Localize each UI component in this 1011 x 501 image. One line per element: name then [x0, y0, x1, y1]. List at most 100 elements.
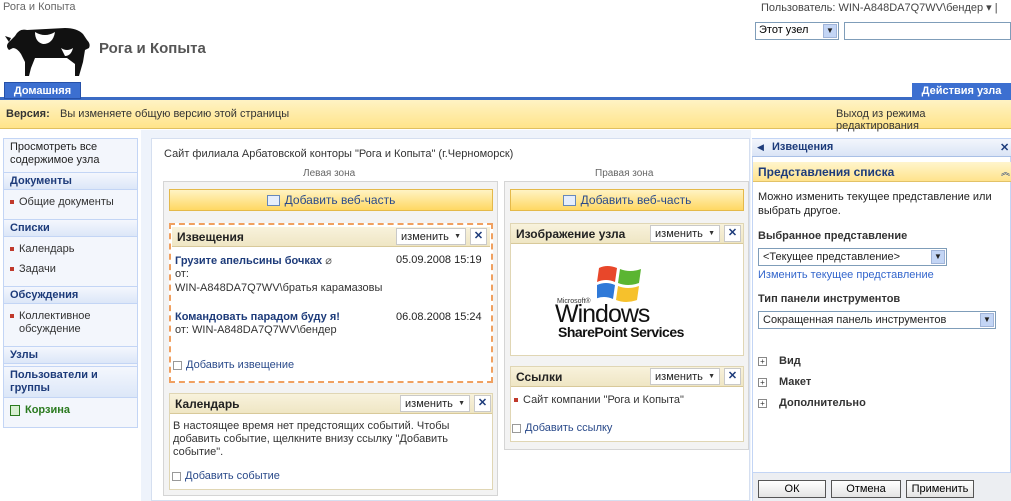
view-all-content-link[interactable]: Просмотреть все содержимое узла: [10, 141, 130, 167]
expander-label: Вид: [779, 355, 801, 367]
search-input[interactable]: [844, 22, 1011, 40]
ok-button[interactable]: ОК: [758, 480, 826, 498]
cow-logo-icon: [5, 28, 90, 76]
user-menu[interactable]: Пользователь: WIN-A848DA7Q7WV\бендер ▾ |: [761, 1, 998, 14]
add-web-part-button-left[interactable]: Добавить веб-часть: [169, 189, 493, 211]
webpart-edit-menu[interactable]: изменить ▼: [650, 368, 720, 385]
nav-heading-discussions[interactable]: Обсуждения: [4, 286, 137, 304]
webpart-title[interactable]: Извещения: [177, 230, 244, 244]
page-description: Сайт филиала Арбатовской конторы "Рога и…: [164, 148, 514, 160]
nav-heading-documents[interactable]: Документы: [4, 172, 137, 190]
recycle-bin-link[interactable]: Корзина: [10, 404, 70, 416]
expander-advanced[interactable]: + Дополнительно: [758, 397, 866, 409]
calendar-empty-text: В настоящее время нет предстоящих событи…: [173, 420, 450, 458]
links-header: Ссылки изменить ▼ ✕: [511, 367, 743, 387]
close-icon[interactable]: ✕: [724, 225, 741, 242]
recycle-bin-label: Корзина: [25, 404, 70, 416]
section-title[interactable]: Представления списка: [758, 165, 894, 179]
site-image-header: Изображение узла изменить ▼ ✕: [511, 224, 743, 244]
add-announcement-label: Добавить извещение: [186, 359, 295, 371]
chevron-down-icon: ▼: [708, 373, 715, 380]
webpart-edit-menu[interactable]: изменить ▼: [400, 395, 470, 412]
add-event-label: Добавить событие: [185, 470, 280, 482]
announcement-title[interactable]: Командовать парадом буду я!: [175, 311, 340, 323]
search-scope-select[interactable]: Этот узел ▼: [755, 22, 839, 40]
edit-label: изменить: [401, 231, 449, 243]
add-web-part-label: Добавить веб-часть: [580, 193, 692, 207]
cancel-button[interactable]: Отмена: [831, 480, 901, 498]
edit-label: изменить: [655, 228, 703, 240]
nav-item-label: Коллективное обсуждение: [19, 310, 91, 335]
exit-edit-mode-link[interactable]: Выход из режима редактирования: [836, 108, 1011, 132]
webpart-title[interactable]: Ссылки: [516, 370, 562, 384]
close-icon[interactable]: ✕: [474, 395, 491, 412]
edit-current-view-link[interactable]: Изменить текущее представление: [758, 268, 934, 282]
site-breadcrumb[interactable]: Рога и Копыта: [3, 1, 76, 13]
announcement-title[interactable]: Грузите апельсины бочках ⌀: [175, 254, 332, 267]
selected-view-select[interactable]: <Текущее представление> ▼: [758, 248, 947, 266]
expander-label: Дополнительно: [779, 397, 866, 409]
nav-item-team-discussion[interactable]: Коллективное обсуждение: [10, 310, 120, 336]
link-item[interactable]: Сайт компании "Рога и Копыта": [514, 394, 684, 407]
announcement-date: 06.08.2008 15:24: [396, 311, 482, 323]
announcement-from: от:: [175, 268, 189, 280]
nav-heading-people-groups[interactable]: Пользователи и группы: [4, 366, 137, 398]
close-icon[interactable]: ✕: [724, 368, 741, 385]
chevron-down-icon[interactable]: ▼: [823, 24, 837, 38]
webpart-edit-menu[interactable]: изменить ▼: [396, 228, 466, 245]
nav-item-shared-documents[interactable]: Общие документы: [10, 196, 114, 209]
expander-layout[interactable]: + Макет: [758, 376, 811, 388]
tool-pane-intro: Можно изменить текущее представление или…: [758, 191, 992, 217]
chevron-down-icon: ▼: [454, 233, 461, 240]
add-web-part-label: Добавить веб-часть: [284, 193, 396, 207]
version-text: Вы изменяете общую версию этой страницы: [60, 108, 290, 120]
nav-item-tasks[interactable]: Задачи: [10, 263, 56, 276]
expand-icon: +: [758, 377, 767, 387]
sharepoint-logo: Microsoft® Windows SharePoint Services: [555, 260, 705, 340]
toolbar-type-select[interactable]: Сокращенная панель инструментов ▼: [758, 311, 996, 329]
chevron-down-icon: ▼: [708, 230, 715, 237]
chevron-down-icon[interactable]: ▼: [931, 250, 945, 264]
webpart-edit-menu[interactable]: изменить ▼: [650, 225, 720, 242]
site-logo: [5, 18, 93, 80]
expand-icon: +: [758, 356, 767, 366]
tab-home[interactable]: Домашняя: [4, 82, 81, 99]
recycle-bin-icon: [10, 404, 20, 416]
nav-item-calendar[interactable]: Календарь: [10, 243, 75, 256]
site-title[interactable]: Рога и Копыта: [99, 40, 206, 57]
nav-item-label: Календарь: [19, 243, 75, 255]
edit-label: изменить: [405, 398, 453, 410]
expander-appearance[interactable]: + Вид: [758, 355, 801, 367]
chevron-down-icon[interactable]: ▼: [980, 313, 994, 327]
announcement-author[interactable]: WIN-A848DA7Q7WV\братья карамазовы: [175, 281, 382, 296]
site-actions-menu[interactable]: Действия узла: [912, 83, 1011, 100]
add-icon: [172, 471, 181, 481]
link-item-label: Сайт компании "Рога и Копыта": [523, 394, 684, 406]
webpart-title[interactable]: Изображение узла: [516, 227, 625, 241]
add-event-link[interactable]: Добавить событие: [172, 470, 280, 482]
apply-button[interactable]: Применить: [906, 480, 974, 498]
collapse-icon[interactable]: ︽: [1001, 165, 1010, 178]
tool-pane-title: Извещения: [772, 141, 834, 153]
close-icon[interactable]: ✕: [1000, 141, 1009, 154]
attachment-icon: ⌀: [325, 255, 332, 267]
right-zone-title: Правая зона: [595, 168, 654, 179]
nav-item-label: Задачи: [19, 263, 56, 275]
bullet-icon: [10, 314, 14, 319]
webpart-title[interactable]: Календарь: [175, 397, 240, 411]
add-announcement-link[interactable]: Добавить извещение: [173, 359, 294, 371]
toolbar-type-label: Тип панели инструментов: [758, 293, 901, 305]
nav-heading-sites[interactable]: Узлы: [4, 346, 137, 364]
toolbar-type-value: Сокращенная панель инструментов: [763, 314, 947, 326]
version-label: Версия:: [6, 108, 50, 120]
add-link-link[interactable]: Добавить ссылку: [512, 422, 612, 434]
close-icon[interactable]: ✕: [470, 228, 487, 245]
nav-heading-lists[interactable]: Списки: [4, 219, 137, 237]
announcement-author[interactable]: WIN-A848DA7Q7WV\бендер: [192, 324, 337, 336]
announcements-header: Извещения изменить ▼ ✕: [172, 227, 490, 247]
add-web-part-button-right[interactable]: Добавить веб-часть: [510, 189, 744, 211]
top-nav-bar: [0, 81, 1011, 100]
expand-icon: +: [758, 398, 767, 408]
edit-label: изменить: [655, 371, 703, 383]
pane-menu-icon[interactable]: ◀: [757, 142, 764, 153]
